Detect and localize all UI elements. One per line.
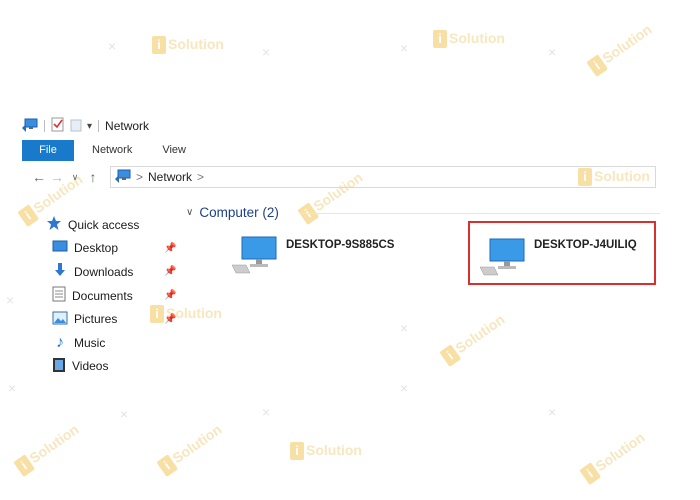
breadcrumb-separator: >: [136, 170, 144, 184]
group-label: Computer (2): [199, 205, 279, 220]
group-header-computer[interactable]: ∨ Computer (2): [186, 205, 279, 220]
watermark-cross: ×: [400, 380, 409, 396]
pin-icon[interactable]: 📌: [164, 243, 176, 254]
pin-icon[interactable]: 📌: [164, 314, 176, 325]
watermark-cross: ×: [262, 404, 271, 420]
back-arrow-icon[interactable]: ←: [30, 169, 48, 185]
navigation-bar: ← → ∨ ↑ > Network >: [30, 166, 656, 188]
group-divider: [300, 213, 660, 214]
computer-name: DESKTOP-9S885CS: [286, 239, 395, 251]
sidebar-item-label: Documents: [72, 288, 133, 303]
sidebar-item-label: Downloads: [74, 264, 134, 279]
watermark-cross: ×: [400, 40, 409, 56]
network-address-icon: [115, 169, 131, 186]
sidebar-item-music[interactable]: ♪ Music: [46, 331, 182, 355]
watermark: iSolution: [439, 311, 508, 368]
forward-arrow-icon[interactable]: →: [48, 169, 66, 185]
star-icon: [46, 215, 62, 234]
sidebar-item-label: Quick access: [68, 217, 140, 232]
sidebar-item-label: Desktop: [74, 241, 119, 256]
computer-item[interactable]: DESKTOP-9S885CS: [231, 235, 395, 278]
sidebar-item-quick-access[interactable]: Quick access: [46, 213, 176, 237]
documents-icon: [52, 286, 66, 305]
pin-icon[interactable]: 📌: [164, 266, 176, 277]
sidebar-item-pictures[interactable]: Pictures 📌: [46, 307, 182, 331]
tab-file[interactable]: File: [22, 139, 74, 161]
new-folder-icon[interactable]: [69, 118, 83, 135]
watermark: iSolution: [586, 21, 655, 78]
customize-toolbar-icon[interactable]: ▾: [87, 121, 92, 132]
watermark: iSolution: [433, 30, 505, 48]
watermark: iSolution: [156, 421, 225, 478]
sidebar-item-downloads[interactable]: Downloads 📌: [46, 260, 182, 284]
window-title: Network: [105, 119, 150, 133]
ribbon-tabs: File Network View: [22, 139, 672, 161]
tab-network[interactable]: Network: [92, 144, 132, 156]
watermark-cross: ×: [400, 320, 409, 336]
pin-icon[interactable]: 📌: [164, 290, 176, 301]
music-icon: ♪: [56, 333, 64, 351]
watermark-cross: ×: [120, 406, 129, 422]
sidebar-item-label: Pictures: [74, 312, 118, 327]
desktop-folder-icon: [52, 240, 68, 257]
tab-view[interactable]: View: [162, 144, 186, 156]
watermark-cross: ×: [6, 292, 15, 308]
navigation-pane: Quick access Desktop 📌 Downloads 📌 Docum…: [46, 213, 182, 378]
sidebar-item-label: Videos: [72, 359, 109, 374]
highlight-box: [468, 221, 656, 285]
up-arrow-icon[interactable]: ↑: [84, 169, 102, 185]
watermark-cross: ×: [8, 380, 17, 396]
properties-icon[interactable]: [51, 117, 65, 135]
sidebar-item-documents[interactable]: Documents 📌: [46, 284, 182, 308]
network-location-icon[interactable]: [22, 118, 38, 135]
watermark-cross: ×: [262, 44, 271, 60]
downloads-icon: [52, 262, 68, 281]
sidebar-item-desktop[interactable]: Desktop 📌: [46, 237, 182, 261]
watermark-cross: ×: [108, 38, 117, 54]
breadcrumb-separator[interactable]: >: [197, 170, 204, 184]
title-bar: ▾ Network: [22, 116, 149, 136]
watermark: iSolution: [290, 442, 362, 460]
chevron-down-icon[interactable]: ∨: [186, 207, 193, 218]
recent-locations-chevron-icon[interactable]: ∨: [66, 172, 84, 183]
breadcrumb-network[interactable]: Network: [148, 170, 192, 184]
sidebar-item-videos[interactable]: Videos: [46, 355, 182, 379]
pictures-icon: [52, 311, 68, 328]
watermark-cross: ×: [548, 404, 557, 420]
watermark: iSolution: [13, 421, 82, 478]
watermark: iSolution: [579, 429, 648, 486]
watermark-cross: ×: [548, 44, 557, 60]
sidebar-item-label: Music: [74, 335, 106, 350]
address-bar[interactable]: > Network >: [110, 166, 656, 188]
watermark: iSolution: [152, 36, 224, 54]
videos-icon: [52, 357, 66, 376]
computer-icon: [231, 235, 278, 278]
